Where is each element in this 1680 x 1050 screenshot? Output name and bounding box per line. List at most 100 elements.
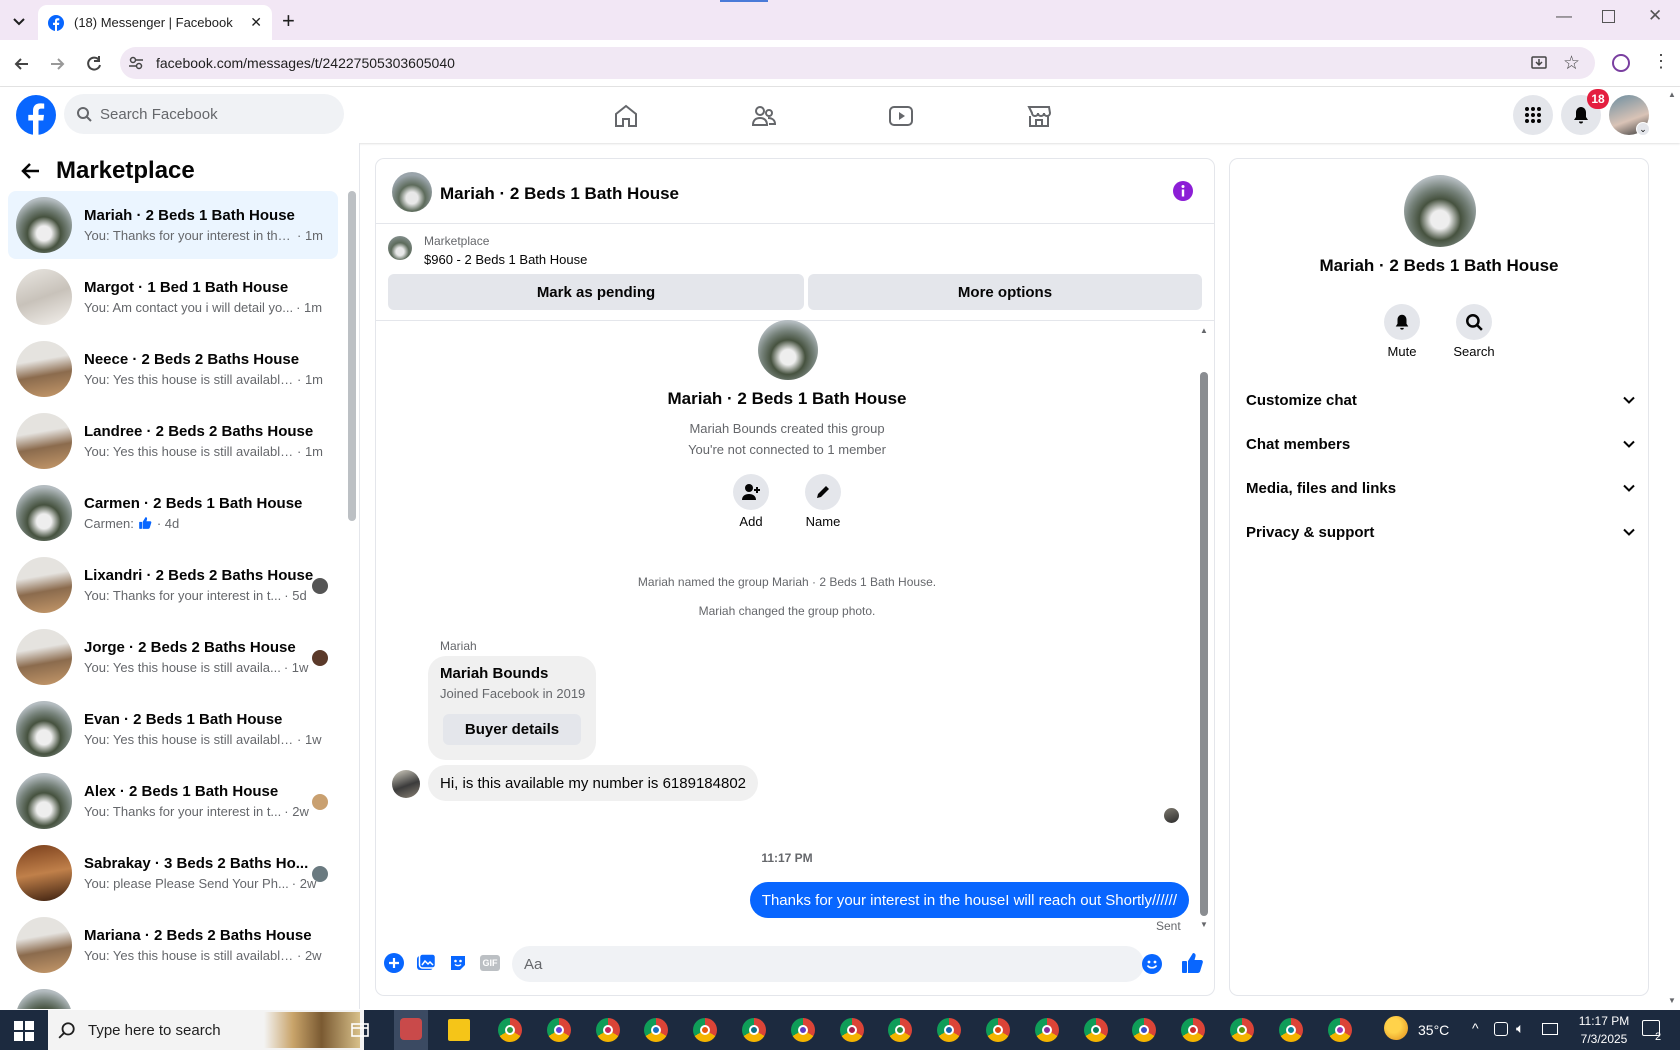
mute-label[interactable]: Mute: [1372, 344, 1432, 359]
chrome-profile-icon[interactable]: [498, 1018, 522, 1042]
customize-chat-section[interactable]: Customize chat: [1246, 385, 1636, 415]
menu-grid-icon[interactable]: [1513, 95, 1553, 135]
attach-photo-icon[interactable]: [416, 953, 436, 973]
conversation-item[interactable]: Jorge · 2 Beds 2 Baths House You: Yes thi…: [8, 623, 338, 691]
conversation-item[interactable]: Evan · 2 Beds 1 Bath House You: Yes this …: [8, 695, 338, 763]
more-options-button[interactable]: More options: [808, 274, 1202, 310]
conversation-item[interactable]: Margot · 1 Bed 1 Bath House You: Am conta…: [8, 263, 338, 331]
address-bar[interactable]: facebook.com/messages/t/2422750530360504…: [120, 47, 1595, 79]
account-chevron-icon[interactable]: ⌄: [1636, 122, 1650, 136]
conversation-item[interactable]: Neece · 2 Beds 2 Baths House You: Yes thi…: [8, 335, 338, 403]
chrome-profile-icon[interactable]: [1034, 1018, 1059, 1042]
weather-sun-icon[interactable]: [1384, 1016, 1408, 1040]
conversation-item[interactable]: Mariah · 2 Beds 1 Bath House You: Thanks …: [8, 191, 338, 259]
profile-icon[interactable]: [1612, 54, 1630, 72]
close-window-icon[interactable]: ✕: [1648, 6, 1662, 26]
media-files-links-section[interactable]: Media, files and links: [1246, 473, 1636, 503]
tab-search-icon[interactable]: [8, 10, 30, 32]
home-icon[interactable]: [613, 103, 639, 129]
incoming-message-bubble[interactable]: Hi, is this available my number is 61891…: [428, 765, 758, 801]
facebook-logo-icon[interactable]: [16, 95, 56, 135]
chrome-profile-icon[interactable]: [1327, 1018, 1352, 1042]
chrome-profile-icon[interactable]: [1083, 1018, 1108, 1042]
chrome-profile-icon[interactable]: [986, 1018, 1010, 1042]
back-icon[interactable]: [12, 54, 32, 74]
install-app-icon[interactable]: [1530, 54, 1548, 72]
add-label[interactable]: Add: [721, 514, 781, 529]
conversation-item[interactable]: April · 2 Beds 1 Bath House: [8, 983, 338, 1009]
privacy-support-section[interactable]: Privacy & support: [1246, 517, 1636, 547]
details-avatar[interactable]: [1404, 175, 1476, 247]
marketplace-icon[interactable]: [1026, 103, 1052, 129]
chrome-profile-icon[interactable]: [1181, 1018, 1206, 1042]
page-scroll-down-icon[interactable]: ▼: [1668, 996, 1676, 1005]
outgoing-message-bubble[interactable]: Thanks for your interest in the houseI w…: [749, 882, 1189, 918]
clock[interactable]: 11:17 PM 7/3/2025: [1566, 1012, 1642, 1048]
facebook-search-input[interactable]: Search Facebook: [64, 94, 344, 134]
chat-scrollbar[interactable]: [1200, 372, 1208, 916]
more-actions-plus-icon[interactable]: [384, 953, 404, 973]
video-icon[interactable]: [888, 103, 914, 129]
chat-header-title[interactable]: Mariah · 2 Beds 1 Bath House: [440, 184, 679, 204]
conversation-item[interactable]: Sabrakay · 3 Beds 2 Baths Ho... You: plea…: [8, 839, 338, 907]
scroll-down-icon[interactable]: ▼: [1200, 920, 1208, 929]
forward-icon[interactable]: [47, 54, 67, 74]
bookmark-star-icon[interactable]: ☆: [1563, 52, 1580, 75]
restore-icon[interactable]: [1602, 10, 1615, 23]
conversation-item[interactable]: Alex · 2 Beds 1 Bath House You: Thanks fo…: [8, 767, 338, 835]
page-scroll-up-icon[interactable]: ▲: [1668, 90, 1676, 99]
windows-start-icon[interactable]: [14, 1021, 34, 1041]
chrome-profile-icon[interactable]: [595, 1018, 620, 1042]
volume-icon[interactable]: 🔈︎: [1516, 1020, 1524, 1037]
listing-price[interactable]: $960 - 2 Beds 1 Bath House: [424, 252, 587, 267]
chrome-profile-icon[interactable]: [937, 1018, 962, 1042]
browser-tab-messenger[interactable]: (18) Messenger | Facebook ✕: [38, 5, 272, 40]
chat-members-section[interactable]: Chat members: [1246, 429, 1636, 459]
chrome-profile-icon[interactable]: [546, 1018, 571, 1042]
meet-now-icon[interactable]: [1494, 1022, 1508, 1036]
chrome-profile-icon[interactable]: [1278, 1018, 1303, 1042]
back-arrow-icon[interactable]: [20, 160, 42, 182]
chrome-profile-icon[interactable]: [742, 1018, 766, 1042]
reload-icon[interactable]: [84, 54, 104, 74]
add-person-icon[interactable]: [733, 474, 769, 510]
taskbar-app-icon[interactable]: [400, 1018, 422, 1040]
edit-name-icon[interactable]: [805, 474, 841, 510]
chrome-profile-icon[interactable]: [1230, 1018, 1254, 1042]
emoji-icon[interactable]: [1142, 954, 1162, 974]
chat-header-avatar[interactable]: [392, 172, 432, 212]
temperature[interactable]: 35°C: [1418, 1022, 1449, 1038]
sticker-icon[interactable]: [448, 953, 468, 973]
conversation-item[interactable]: Landree · 2 Beds 2 Baths House You: Yes t…: [8, 407, 338, 475]
name-label[interactable]: Name: [793, 514, 853, 529]
search-in-conversation-icon[interactable]: [1456, 304, 1492, 340]
friends-icon[interactable]: [751, 103, 777, 129]
chrome-profile-icon[interactable]: [839, 1018, 864, 1042]
close-tab-icon[interactable]: ✕: [250, 14, 262, 31]
chrome-profile-icon[interactable]: [790, 1018, 815, 1042]
sender-avatar[interactable]: [392, 770, 420, 798]
conversation-item[interactable]: Carmen · 2 Beds 1 Bath House Carmen: · 4d: [8, 479, 338, 547]
conversation-item[interactable]: Mariana · 2 Beds 2 Baths House You: Yes t…: [8, 911, 338, 979]
scroll-up-icon[interactable]: ▲: [1200, 326, 1208, 335]
conversation-info-icon[interactable]: [1172, 180, 1194, 202]
sticky-notes-icon[interactable]: [448, 1019, 470, 1041]
chrome-profile-icon[interactable]: [693, 1018, 718, 1042]
search-label[interactable]: Search: [1444, 344, 1504, 359]
task-view-icon[interactable]: [350, 1020, 370, 1040]
message-input[interactable]: Aa: [512, 946, 1144, 982]
browser-menu-icon[interactable]: ⋮: [1652, 52, 1670, 70]
minimize-icon[interactable]: —: [1556, 8, 1572, 26]
show-hidden-icons-icon[interactable]: ^: [1472, 1020, 1479, 1036]
group-avatar[interactable]: [758, 320, 818, 380]
like-thumbs-up-icon[interactable]: [1180, 951, 1204, 975]
mute-bell-icon[interactable]: [1384, 304, 1420, 340]
buyer-details-button[interactable]: Buyer details: [443, 714, 581, 745]
site-info-icon[interactable]: [128, 55, 144, 71]
mark-as-pending-button[interactable]: Mark as pending: [388, 274, 804, 310]
gif-icon[interactable]: GIF: [480, 955, 500, 971]
sidebar-scrollbar[interactable]: [348, 191, 356, 521]
conversation-item[interactable]: Lixandri · 2 Beds 2 Baths House You: Than…: [8, 551, 338, 619]
new-tab-icon[interactable]: +: [282, 8, 295, 34]
network-icon[interactable]: [1542, 1023, 1558, 1035]
